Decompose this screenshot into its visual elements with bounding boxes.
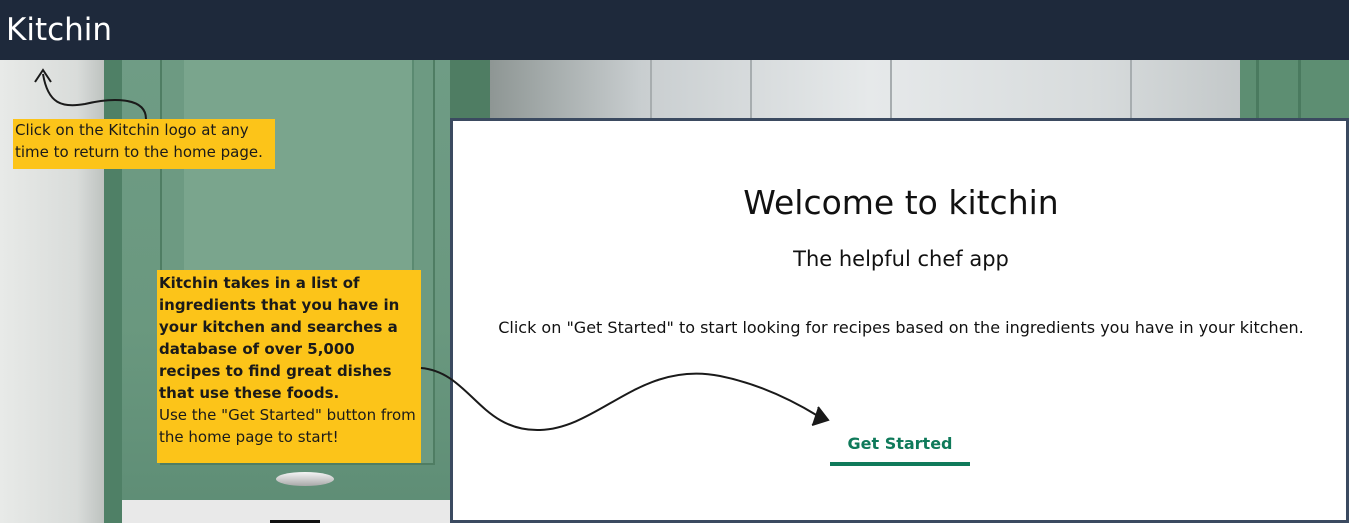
logo-tooltip: Click on the Kitchin logo at any time to… bbox=[13, 119, 275, 169]
tooltip-bold-text: Kitchin takes in a list of ingredients t… bbox=[159, 274, 400, 402]
welcome-card: Welcome to kitchin The helpful chef app … bbox=[450, 118, 1349, 523]
welcome-subtitle: The helpful chef app bbox=[793, 247, 1009, 271]
kitchin-logo[interactable]: Kitchin bbox=[6, 10, 112, 50]
welcome-title: Welcome to kitchin bbox=[743, 183, 1059, 222]
fridge-panel-line bbox=[1130, 60, 1132, 120]
tooltip-normal-text: Use the "Get Started" button from the ho… bbox=[159, 406, 416, 446]
get-started-button[interactable]: Get Started bbox=[830, 424, 970, 466]
fridge-panel-line bbox=[890, 60, 892, 120]
fridge-panel-line bbox=[650, 60, 652, 120]
background-fridge bbox=[490, 60, 1250, 120]
background-cabinet-edge-mid bbox=[450, 60, 490, 120]
drawer-handle bbox=[276, 472, 334, 486]
welcome-description: Click on "Get Started" to start looking … bbox=[498, 318, 1304, 337]
get-started-tooltip: Kitchin takes in a list of ingredients t… bbox=[157, 270, 421, 463]
top-navbar: Kitchin bbox=[0, 0, 1349, 60]
fridge-panel-line bbox=[750, 60, 752, 120]
